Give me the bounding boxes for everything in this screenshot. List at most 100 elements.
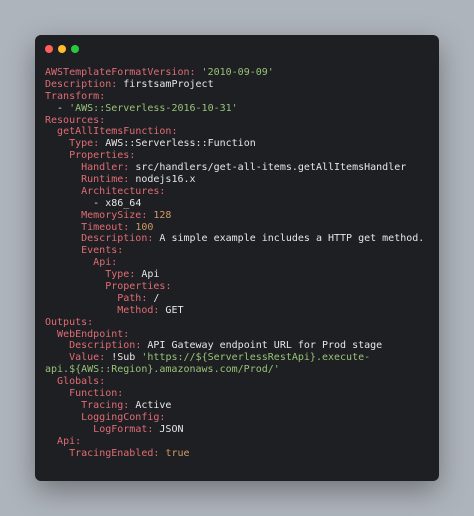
yaml-value: API Gateway endpoint URL for Prod stage — [147, 340, 383, 352]
yaml-key: TracingEnabled — [69, 447, 154, 459]
yaml-key: Events — [81, 245, 118, 257]
yaml-key: Tracing — [81, 399, 124, 411]
close-dot-icon[interactable] — [45, 45, 53, 53]
yaml-value: GET — [165, 304, 184, 316]
yaml-separator: - — [57, 102, 70, 114]
code-line: Handler: src/handlers/get-all-items.getA… — [45, 162, 433, 174]
yaml-key: Method — [117, 304, 154, 316]
yaml-separator: : — [93, 138, 106, 150]
code-line: Properties: — [45, 150, 433, 162]
code-line: Type: Api — [45, 269, 433, 281]
yaml-separator: : — [129, 150, 136, 162]
yaml-separator: : — [75, 435, 82, 447]
yaml-separator: : — [141, 209, 154, 221]
code-line: Description: API Gateway endpoint URL fo… — [45, 340, 433, 352]
code-line: Method: GET — [45, 305, 433, 317]
yaml-separator: : — [147, 233, 160, 245]
yaml-separator: : — [117, 245, 124, 257]
yaml-value: Active — [135, 399, 172, 411]
yaml-key: LoggingConfig — [81, 411, 160, 423]
yaml-separator: : — [87, 316, 94, 328]
minimize-dot-icon[interactable] — [58, 45, 66, 53]
yaml-value: firstsamProject — [123, 78, 214, 90]
yaml-string-value: '2010-09-09' — [201, 67, 274, 78]
code-line: Api: — [45, 257, 433, 269]
yaml-value: !Sub — [111, 352, 142, 364]
yaml-key: WebEndpoint — [57, 328, 124, 340]
yaml-separator: : — [123, 162, 136, 174]
code-line: Outputs: — [45, 317, 433, 329]
yaml-separator: : — [153, 447, 166, 459]
yaml-value: AWS::Serverless::Function — [105, 138, 256, 150]
code-line: Description: A simple example includes a… — [45, 233, 433, 245]
code-line: Tracing: Active — [45, 400, 433, 412]
yaml-key: AWSTemplateFormatVersion — [45, 67, 190, 78]
yaml-separator: : — [171, 126, 178, 138]
code-line: Resources: — [45, 115, 433, 127]
yaml-key: Handler — [81, 162, 124, 174]
yaml-separator: : — [111, 78, 124, 90]
yaml-value: Api — [141, 269, 160, 281]
yaml-string-value: 'https://${ServerlessRestApi}.execute- — [141, 352, 371, 364]
yaml-value: A simple example includes a HTTP get met… — [159, 233, 425, 245]
yaml-separator: : — [189, 67, 202, 78]
yaml-value: x86_64 — [105, 197, 142, 209]
yaml-separator: : — [117, 388, 124, 400]
yaml-key: Type — [105, 269, 130, 281]
yaml-key: Outputs — [45, 316, 88, 328]
yaml-separator: : — [159, 411, 166, 423]
yaml-key: Description — [45, 78, 112, 90]
yaml-separator: : — [165, 281, 172, 293]
yaml-value: src/handlers/get-all-items.getAllItemsHa… — [135, 162, 407, 174]
yaml-key: Runtime — [81, 174, 124, 186]
code-line: Architectures: — [45, 186, 433, 198]
code-window: AWSTemplateFormatVersion: '2010-09-09' De… — [35, 35, 439, 481]
yaml-string-value: 'AWS::Serverless-2016-10-31' — [69, 102, 238, 114]
yaml-key: Timeout — [81, 221, 124, 233]
code-line: AWSTemplateFormatVersion: '2010-09-09' — [45, 67, 433, 79]
code-line: Properties: — [45, 281, 433, 293]
code-line: Globals: — [45, 376, 433, 388]
code-line: Timeout: 100 — [45, 222, 433, 234]
yaml-separator: : — [141, 292, 154, 304]
yaml-key: Value — [69, 352, 100, 364]
code-line: Description: firstsamProject — [45, 79, 433, 91]
code-line: Type: AWS::Serverless::Function — [45, 138, 433, 150]
yaml-separator: : — [111, 257, 118, 269]
maximize-dot-icon[interactable] — [71, 45, 79, 53]
yaml-key: Type — [69, 138, 94, 150]
yaml-literal-value: true — [165, 447, 190, 459]
yaml-separator: : — [123, 174, 136, 186]
code-line: Events: — [45, 245, 433, 257]
yaml-key: Properties — [69, 150, 130, 162]
code-line: getAllItemsFunction: — [45, 126, 433, 138]
code-line: Path: / — [45, 293, 433, 305]
yaml-key: Path — [117, 292, 142, 304]
yaml-separator: : — [99, 376, 106, 388]
yaml-separator: : — [123, 328, 130, 340]
yaml-separator: - — [93, 197, 106, 209]
yaml-key: getAllItemsFunction — [57, 126, 172, 138]
yaml-value: JSON — [159, 423, 184, 435]
yaml-separator: : — [99, 90, 106, 102]
yaml-separator: : — [135, 340, 148, 352]
yaml-literal-value: 100 — [135, 221, 154, 233]
code-line: TracingEnabled: true — [45, 448, 433, 460]
yaml-key: Api — [93, 257, 112, 269]
code-line: LogFormat: JSON — [45, 424, 433, 436]
yaml-separator: : — [99, 114, 106, 126]
window-controls — [45, 45, 79, 53]
code-line: Function: — [45, 388, 433, 400]
yaml-key: Description — [69, 340, 136, 352]
code-line: Runtime: nodejs16.x — [45, 174, 433, 186]
code-line: Transform: — [45, 91, 433, 103]
code-line: api.${AWS::Region}.amazonaws.com/Prod/' — [45, 364, 433, 376]
yaml-key: Resources — [45, 114, 100, 126]
yaml-key: LogFormat — [93, 423, 148, 435]
code-line: - x86_64 — [45, 198, 433, 210]
yaml-key: Globals — [57, 376, 100, 388]
yaml-key: Description — [81, 233, 148, 245]
yaml-key: Transform — [45, 90, 100, 102]
yaml-string-value: api.${AWS::Region}.amazonaws.com/Prod/' — [45, 364, 280, 376]
yaml-value: nodejs16.x — [135, 174, 196, 186]
